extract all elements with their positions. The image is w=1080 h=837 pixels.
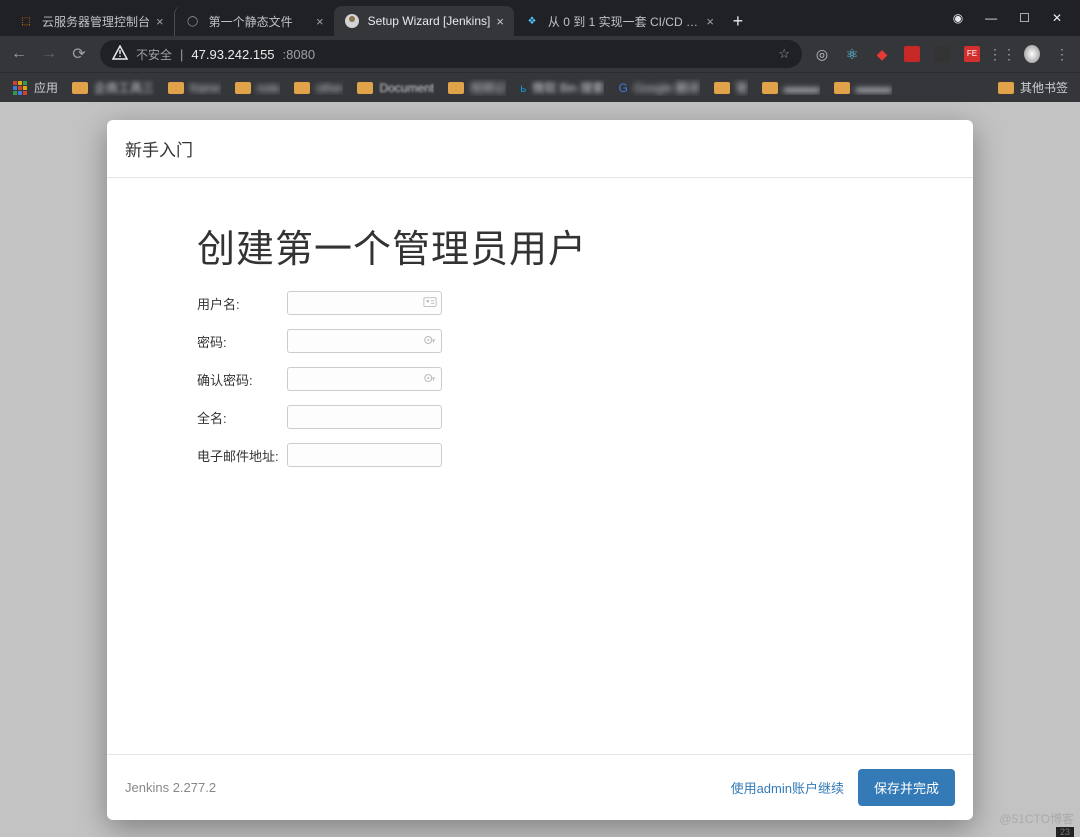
tab-label: 第一个静态文件 — [209, 13, 310, 30]
apps-button[interactable]: 应用 — [12, 79, 58, 96]
bookmark-folder[interactable]: 企商工具三 — [72, 79, 154, 96]
extension-fe-icon[interactable]: FE — [964, 46, 980, 62]
tab-static-file[interactable]: ◯ 第一个静态文件 × — [174, 6, 334, 36]
confirm-password-label: 确认密码: — [197, 370, 287, 389]
corner-number: 23 — [1056, 827, 1074, 837]
aperture-icon[interactable]: ◎ — [814, 46, 830, 62]
bookmark-folder[interactable]: 管 — [714, 79, 748, 96]
other-bookmarks[interactable]: 其他书签 — [998, 79, 1068, 96]
email-label: 电子邮件地址: — [197, 446, 287, 465]
wizard-header: 新手入门 — [107, 120, 973, 178]
forward-button[interactable]: → — [40, 45, 58, 63]
bookmarks-bar: 应用 企商工具三 frame note other Document 视频记 ь… — [0, 72, 1080, 102]
tab-jenkins-wizard[interactable]: Setup Wizard [Jenkins] × — [334, 6, 514, 36]
maximize-icon[interactable]: ☐ — [1019, 11, 1030, 25]
confirm-password-input[interactable] — [287, 367, 442, 391]
row-password: 密码: — [197, 329, 883, 353]
bookmark-folder[interactable]: ▬▬▬ — [834, 81, 892, 95]
email-input[interactable] — [287, 443, 442, 467]
username-input[interactable] — [287, 291, 442, 315]
save-finish-button[interactable]: 保存并完成 — [858, 769, 955, 806]
bookmark-folder[interactable]: Document — [357, 81, 434, 95]
row-email: 电子邮件地址: — [197, 443, 883, 467]
extension-icons: ◎ ⚛ ◆ FE ⋮⋮ ⋮ — [814, 46, 1070, 62]
fullname-input[interactable] — [287, 405, 442, 429]
extension-dark-icon[interactable] — [934, 46, 950, 62]
tab-close-icon[interactable]: × — [316, 14, 324, 29]
tab-close-icon[interactable]: × — [706, 14, 714, 29]
browser-tabs: ⬚ 云服务器管理控制台 × ◯ 第一个静态文件 × Setup Wizard [… — [0, 0, 935, 36]
row-fullname: 全名: — [197, 405, 883, 429]
bookmark-folder[interactable]: frame — [168, 81, 221, 95]
jenkins-icon — [344, 13, 360, 29]
tab-label: Setup Wizard [Jenkins] — [368, 14, 491, 28]
ublock-icon[interactable]: ◆ — [874, 46, 890, 62]
bookmark-folder[interactable]: 视频记 — [448, 79, 506, 96]
other-bookmarks-label: 其他书签 — [1020, 79, 1068, 96]
tab-cicd-article[interactable]: ❖ 从 0 到 1 实现一套 CI/CD 流程 × — [514, 6, 724, 36]
security-label: 不安全 — [136, 46, 172, 63]
wizard-body: 创建第一个管理员用户 用户名: 密码: — [107, 178, 973, 754]
url-host: 47.93.242.155 — [191, 47, 274, 62]
bookmark-folder[interactable]: ▬▬▬ — [762, 81, 820, 95]
wizard-footer: Jenkins 2.277.2 使用admin账户继续 保存并完成 — [107, 754, 973, 820]
bookmark-folder[interactable]: note — [235, 81, 280, 95]
window-controls: ◉ — ☐ ✕ — [935, 0, 1080, 36]
bookmark-folder[interactable]: other — [294, 81, 343, 95]
chrome-menu-icon[interactable]: ⋮ — [1054, 46, 1070, 62]
key-icon[interactable] — [423, 333, 437, 350]
browser-navbar: ← → ⟳ 不安全 | 47.93.242.155:8080 ☆ ◎ ⚛ ◆ F… — [0, 36, 1080, 72]
address-bar[interactable]: 不安全 | 47.93.242.155:8080 ☆ — [100, 40, 802, 68]
key-icon[interactable] — [423, 371, 437, 388]
watermark-text: @51CTO博客 — [999, 810, 1074, 827]
password-input[interactable] — [287, 329, 442, 353]
tab-close-icon[interactable]: × — [156, 14, 164, 29]
page-viewport: 新手入门 创建第一个管理员用户 用户名: 密码: — [0, 102, 1080, 837]
wizard-card: 新手入门 创建第一个管理员用户 用户名: 密码: — [107, 120, 973, 820]
tab-cloud-console[interactable]: ⬚ 云服务器管理控制台 × — [8, 6, 174, 36]
extensions-menu-icon[interactable]: ⋮⋮ — [994, 46, 1010, 62]
extension-red-icon[interactable] — [904, 46, 920, 62]
tab-label: 从 0 到 1 实现一套 CI/CD 流程 — [548, 13, 700, 30]
page-title: 创建第一个管理员用户 — [197, 218, 883, 273]
contact-card-icon[interactable] — [423, 295, 437, 312]
fullname-label: 全名: — [197, 408, 287, 427]
tab-label: 云服务器管理控制台 — [42, 13, 150, 30]
url-port: :8080 — [283, 47, 316, 62]
row-confirm: 确认密码: — [197, 367, 883, 391]
back-button[interactable]: ← — [10, 45, 28, 63]
customize-chrome-icon[interactable]: ◉ — [953, 11, 963, 25]
row-username: 用户名: — [197, 291, 883, 315]
tab-close-icon[interactable]: × — [496, 14, 504, 29]
reload-button[interactable]: ⟳ — [70, 44, 88, 64]
jenkins-version: Jenkins 2.277.2 — [125, 780, 216, 795]
window-titlebar: ⬚ 云服务器管理控制台 × ◯ 第一个静态文件 × Setup Wizard [… — [0, 0, 1080, 36]
bookmark-link[interactable]: ь微软 Bin 搜索 — [520, 79, 604, 96]
bookmark-star-icon[interactable]: ☆ — [778, 46, 790, 62]
skip-admin-button[interactable]: 使用admin账户继续 — [717, 770, 858, 805]
minimize-icon[interactable]: — — [985, 11, 997, 25]
insecure-icon — [112, 45, 128, 64]
apps-label: 应用 — [34, 79, 58, 96]
globe-icon: ◯ — [185, 13, 201, 29]
username-label: 用户名: — [197, 294, 287, 313]
profile-avatar[interactable] — [1024, 46, 1040, 62]
password-label: 密码: — [197, 332, 287, 351]
react-devtools-icon[interactable]: ⚛ — [844, 46, 860, 62]
tab-favicon-cloud: ⬚ — [18, 13, 34, 29]
new-tab-button[interactable]: + — [724, 6, 752, 36]
bookmark-link[interactable]: GGoogle 翻译 — [618, 79, 699, 96]
close-window-icon[interactable]: ✕ — [1052, 11, 1062, 25]
tab-favicon-cicd: ❖ — [524, 13, 540, 29]
